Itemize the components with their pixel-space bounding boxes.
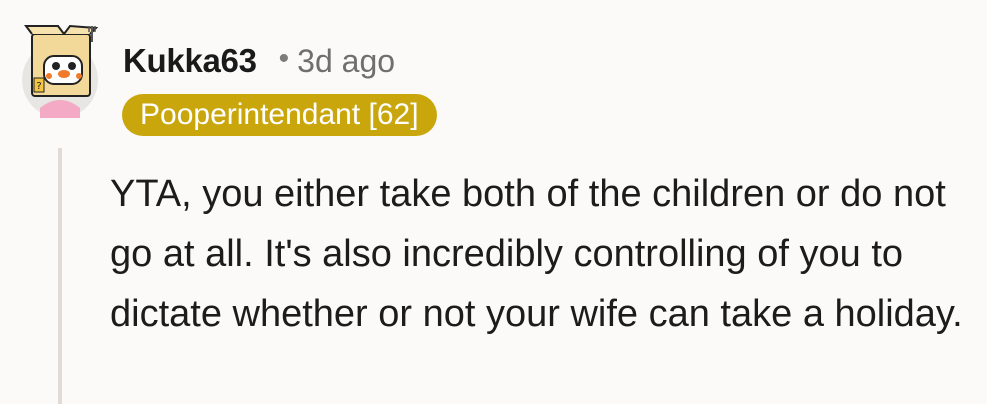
timestamp[interactable]: 3d ago — [297, 43, 395, 80]
user-avatar[interactable]: ? — [18, 22, 102, 118]
comment-meta: Kukka63 • 3d ago — [123, 38, 395, 84]
comment: ? Kukka63 • 3d ago Pooperintendant [62] … — [0, 0, 987, 404]
svg-text:?: ? — [36, 81, 41, 92]
comment-body: YTA, you either take both of the childre… — [110, 173, 963, 335]
thread-line[interactable] — [58, 148, 62, 404]
robot-box-avatar-icon: ? — [22, 24, 99, 118]
meta-separator: • — [278, 42, 290, 75]
user-flair-badge: Pooperintendant [62] — [122, 94, 437, 136]
username-link[interactable]: Kukka63 — [123, 42, 257, 80]
